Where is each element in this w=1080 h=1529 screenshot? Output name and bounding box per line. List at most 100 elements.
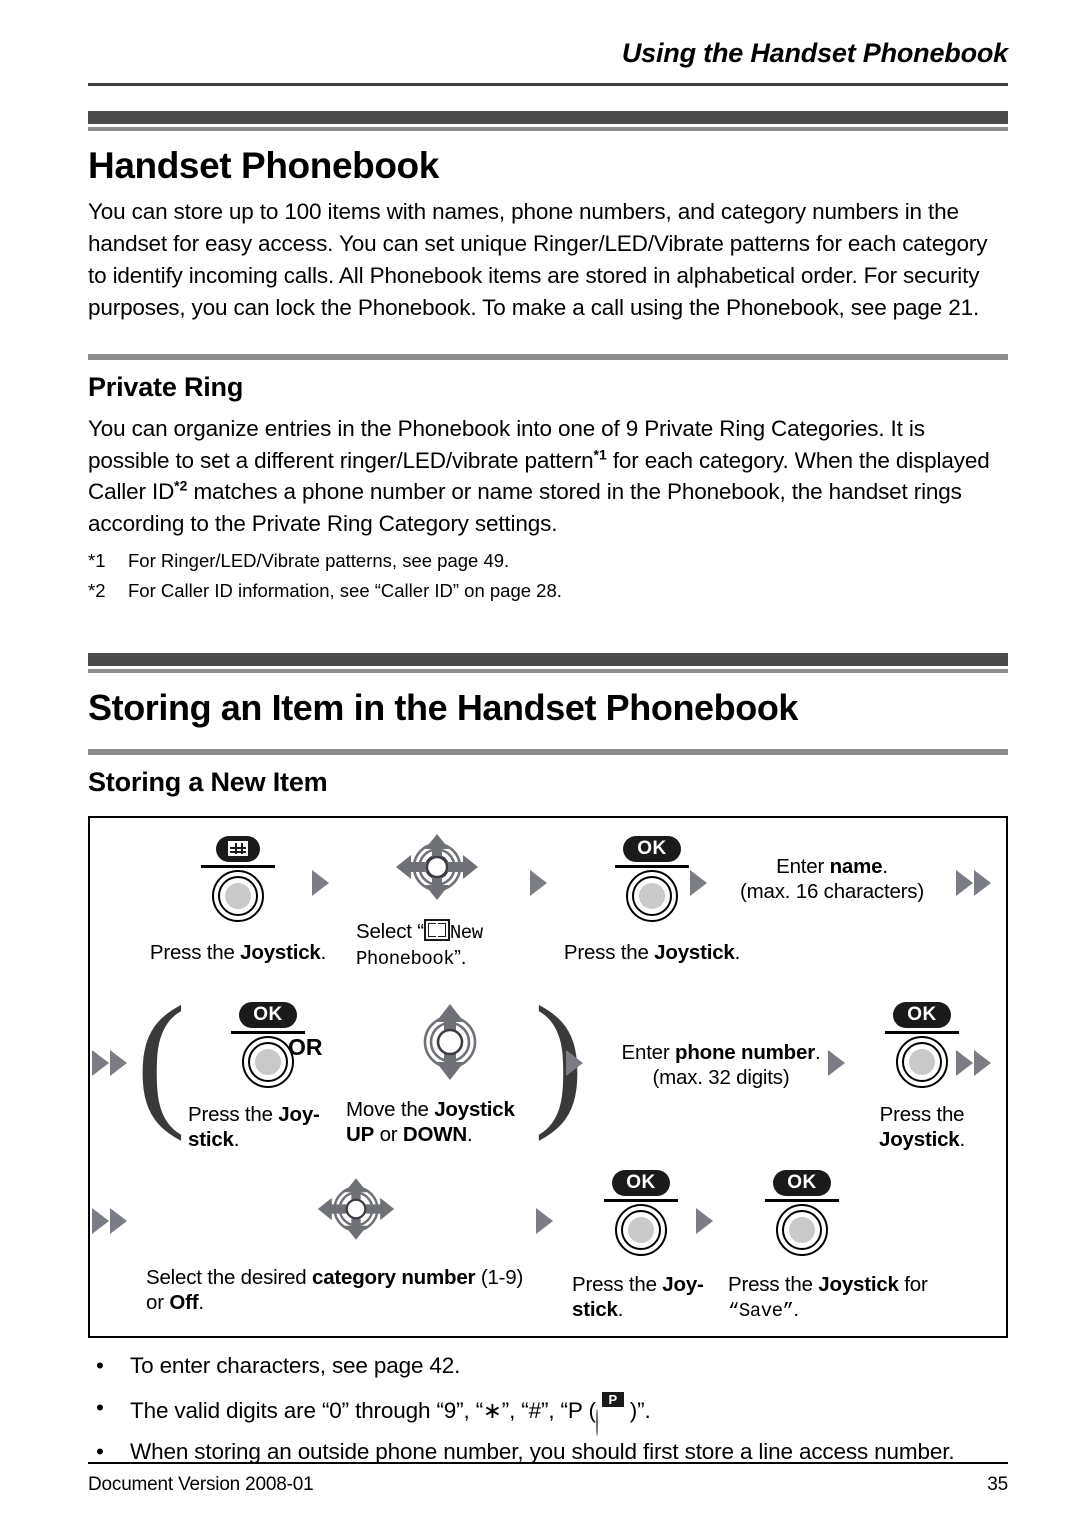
flow-step-4-line-1: Enter name.	[722, 854, 942, 879]
triangle-right-icon	[696, 1208, 713, 1235]
flow-step-10-caption: Press the Joy-stick.	[572, 1272, 716, 1322]
flow-arrow-wrap-2	[92, 1050, 127, 1077]
footnote-text: For Caller ID information, see “Caller I…	[128, 579, 562, 601]
joystick-menu-key-graphic	[201, 836, 275, 923]
flow-arrow-1	[312, 870, 329, 897]
footnote-marker: *2	[88, 579, 106, 601]
chapter-band	[88, 111, 1008, 131]
or-label: OR	[288, 1034, 323, 1061]
grid-menu-icon	[216, 836, 260, 863]
flow-step-6: Move the Joystick UP or DOWN.	[346, 1002, 536, 1147]
flow-step-4: Enter name. (max. 16 characters)	[722, 854, 942, 904]
joystick-ok-key-graphic: OK	[765, 1170, 839, 1257]
caption-bold: Joystick	[818, 1273, 899, 1297]
flow-step-2: Select “New Phonebook”.	[342, 832, 532, 971]
footnote-ref-1: *1	[593, 446, 607, 463]
footnote-text: For Ringer/LED/Vibrate patterns, see pag…	[128, 550, 510, 572]
joystick-icon	[212, 870, 264, 923]
joystick-icon	[776, 1204, 828, 1257]
ok-key-icon: OK	[623, 836, 681, 863]
caption-tail: .	[198, 1291, 204, 1315]
note-item: • To enter characters, see page 42.	[88, 1350, 1008, 1382]
triangle-right-icon	[530, 870, 547, 897]
note-text: The valid digits are “0” through “9”, “∗…	[130, 1391, 651, 1436]
joystick-ok-key-graphic: OK	[615, 836, 689, 923]
caption-bold: Joy-	[278, 1103, 320, 1127]
footer-document-version: Document Version 2008-01	[88, 1474, 314, 1495]
page-content: Using the Handset Phonebook Handset Phon…	[88, 0, 1008, 1529]
flow-step-3: OK Press the Joystick.	[562, 836, 742, 965]
pause-key-icon: P	[595, 1391, 630, 1436]
flow-arrow-wrap-4	[92, 1208, 127, 1235]
ok-key-icon: OK	[612, 1170, 670, 1197]
caption-text: Press the	[188, 1103, 279, 1127]
caption-tail: .	[959, 1128, 965, 1152]
caption-tail: .	[814, 1041, 821, 1065]
triangle-right-icon	[974, 870, 991, 897]
caption-bold-2: UP	[346, 1123, 375, 1147]
flow-arrow-5	[828, 1050, 845, 1077]
note-item: • The valid digits are “0” through “9”, …	[88, 1391, 1008, 1436]
flow-arrow-3	[690, 870, 707, 897]
private-ring-rule	[88, 353, 1008, 360]
caption-line2-bold: Off	[169, 1291, 199, 1315]
running-head: Using the Handset Phonebook	[621, 38, 1008, 68]
flow-arrow-wrap-1	[956, 870, 991, 897]
flow-step-11: OK Press the Joystick for “Save”.	[728, 1170, 958, 1323]
triangle-right-icon	[110, 1050, 127, 1077]
phonebook-book-icon	[423, 919, 450, 942]
key-divider-line	[201, 865, 275, 869]
bullet-icon: •	[96, 1394, 104, 1420]
storing-title: Storing an Item in the Handset Phonebook	[88, 687, 799, 729]
bullet-icon: •	[96, 1353, 104, 1379]
caption-bold-2: stick	[572, 1298, 618, 1322]
caption-line2: or	[146, 1291, 170, 1315]
caption-bold: phone number	[675, 1041, 815, 1065]
caption-text: Enter	[621, 1041, 676, 1065]
flow-step-9: Select the desired category number (1-9)…	[146, 1174, 566, 1315]
caption-mono: “Save”	[728, 1300, 794, 1323]
caption-text: Select the desired	[146, 1266, 312, 1290]
caption-text: Press the	[563, 941, 655, 965]
caption-tail: .	[882, 855, 888, 879]
flow-step-9-caption: Select the desired category number (1-9)…	[146, 1265, 566, 1315]
flow-row-1: Press the Joystick. Select “ New Phonebo…	[90, 818, 1006, 992]
caption-bold-2: stick	[188, 1128, 234, 1152]
footnote-ref-2: *2	[174, 477, 188, 494]
private-ring-heading: Private Ring	[88, 371, 244, 402]
key-divider-line	[885, 1031, 959, 1035]
flow-arrow-4	[566, 1050, 583, 1077]
flow-step-4-line-2: (max. 16 characters)	[740, 880, 924, 904]
document-page: Using the Handset Phonebook Handset Phon…	[0, 0, 1080, 1529]
footnote-item: *2 For Caller ID information, see “Calle…	[88, 578, 1008, 604]
footnote-item: *1 For Ringer/LED/Vibrate patterns, see …	[88, 548, 1008, 574]
flow-step-7-line-2: (max. 32 digits)	[652, 1066, 790, 1090]
caption-lead: Select “	[356, 920, 424, 944]
caption-bold: Joystick	[654, 941, 735, 965]
chapter-intro-paragraph: You can store up to 100 items with names…	[88, 198, 988, 320]
joystick-4way-icon	[396, 834, 478, 901]
chapter-band-underline	[88, 127, 1008, 131]
notes-list: • To enter characters, see page 42. • Th…	[88, 1350, 1008, 1468]
caption-mid: or	[374, 1123, 403, 1147]
ok-key-icon: OK	[893, 1002, 951, 1029]
caption-tail: .	[467, 1123, 473, 1147]
footer-rule	[88, 1462, 1008, 1464]
note-text-pre: The valid digits are “0” through “9”, “∗…	[130, 1397, 596, 1423]
flow-step-3-caption: Press the Joystick.	[562, 940, 742, 965]
caption-tail: .	[320, 941, 327, 965]
flow-step-6-caption: Move the Joystick UP or DOWN.	[346, 1097, 536, 1147]
flow-step-1-caption: Press the Joystick.	[138, 940, 338, 965]
ok-key-icon: OK	[773, 1170, 831, 1197]
caption-tail: .	[617, 1298, 624, 1322]
joystick-4way-icon	[317, 1178, 395, 1240]
flow-step-5-caption: Press the Joy-stick.	[188, 1102, 358, 1152]
flow-step-2-caption: Select “New Phonebook”.	[356, 919, 532, 971]
triangle-right-icon	[974, 1050, 991, 1077]
pause-key-oval	[595, 1408, 598, 1436]
flow-row-3: Select the desired category number (1-9)…	[90, 1166, 1006, 1340]
triangle-right-icon	[92, 1050, 109, 1077]
triangle-right-icon	[312, 870, 329, 897]
triangle-right-icon	[110, 1208, 127, 1235]
joystick-icon	[615, 1204, 667, 1257]
